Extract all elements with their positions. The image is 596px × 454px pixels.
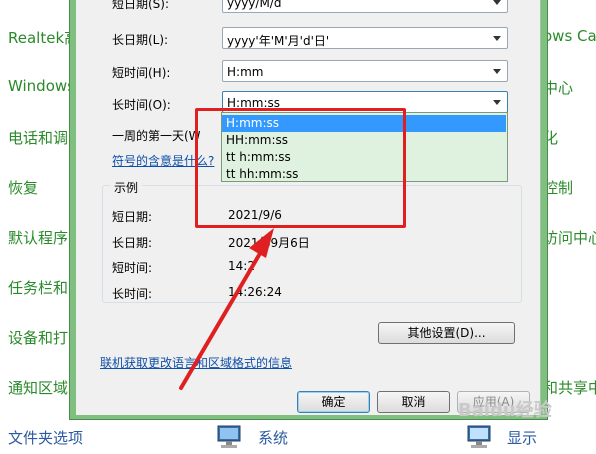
baidu-watermark: Baidu经验 bbox=[458, 400, 552, 421]
annotation-arrow-icon bbox=[179, 228, 274, 390]
